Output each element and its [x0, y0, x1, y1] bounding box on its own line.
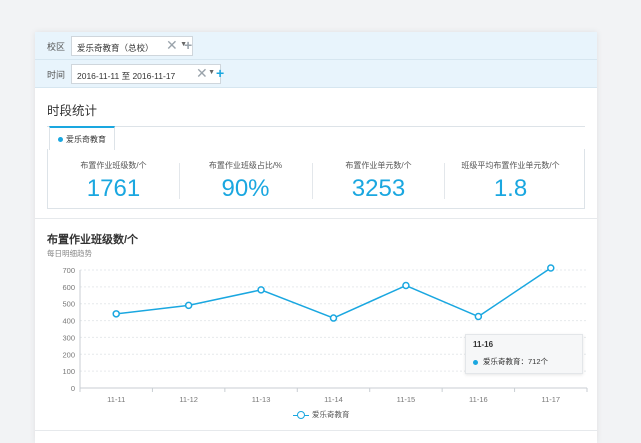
stat-value: 1761 — [86, 175, 141, 202]
stat-class-count: 布置作业班级数/个 1761 — [48, 149, 179, 203]
stat-label: 布置作业班级数/个 — [80, 161, 147, 170]
dot-icon — [473, 359, 478, 365]
stat-value: 1.8 — [493, 175, 528, 202]
x-tick-label: 11-12 — [179, 395, 198, 404]
stats-box: 布置作业班级数/个 1761 布置作业班级占比/% 90% 布置作业单元数/个 … — [47, 149, 585, 209]
divider — [35, 218, 597, 219]
chart-title: 布置作业班级数/个 — [47, 234, 139, 246]
data-point — [184, 301, 193, 310]
y-tick-label: 0 — [71, 384, 75, 393]
stat-unit-count: 布置作业单元数/个 3253 — [313, 149, 444, 203]
x-tick-label: 11-17 — [541, 395, 560, 404]
x-tick-label: 11-16 — [469, 395, 488, 404]
series-line — [116, 267, 552, 319]
data-point — [474, 312, 483, 321]
data-point — [257, 286, 265, 294]
chart-tooltip: 11-16 爱乐奇教育：712个 — [465, 334, 583, 374]
tooltip-row: 爱乐奇教育：712个 — [473, 356, 575, 367]
plus-icon[interactable]: + — [216, 65, 224, 81]
legend-marker-icon — [293, 411, 309, 420]
dot-icon — [58, 137, 63, 143]
stat-label: 布置作业班级占比/% — [208, 161, 283, 170]
campus-select-value: 爱乐奇教育（总校） — [77, 43, 154, 53]
close-icon[interactable]: ✕ — [166, 37, 178, 53]
y-tick-label: 500 — [62, 300, 75, 309]
y-tick-label: 100 — [62, 367, 75, 376]
x-tick-label: 11-13 — [252, 395, 271, 404]
statistics-panel: 校区 爱乐奇教育（总校） ▼ ✕ + 时间 2016-11-11 至 2016-… — [35, 32, 597, 443]
x-tick-label: 11-15 — [397, 395, 416, 404]
time-filter-row: 时间 2016-11-11 至 2016-11-17 ▼ ✕ + — [35, 60, 597, 88]
data-point — [329, 314, 338, 322]
campus-filter-row: 校区 爱乐奇教育（总校） ▼ ✕ + — [35, 32, 597, 60]
y-tick-label: 600 — [62, 283, 75, 292]
time-label: 时间 — [47, 70, 66, 80]
stat-class-ratio: 布置作业班级占比/% 90% — [180, 149, 311, 203]
close-icon[interactable]: ✕ — [196, 65, 208, 81]
divider — [35, 430, 597, 431]
time-range-value: 2016-11-11 至 2016-11-17 — [77, 71, 176, 81]
stat-label: 布置作业单元数/个 — [345, 161, 412, 170]
section-title: 时段统计 — [47, 104, 98, 118]
x-tick-label: 11-11 — [107, 395, 125, 404]
data-point — [112, 310, 120, 318]
y-tick-label: 200 — [62, 350, 75, 359]
campus-label: 校区 — [47, 42, 66, 52]
stat-label: 班级平均布置作业单元数/个 — [461, 161, 560, 170]
line-chart[interactable]: 0 100 200 300 400 500 600 700 11-11 11-12 11-13 11-… — [35, 258, 597, 408]
stat-value: 3253 — [351, 175, 406, 202]
caret-down-icon: ▼ — [208, 69, 215, 76]
chart-legend[interactable]: 爱乐奇教育 — [293, 409, 350, 420]
tooltip-title: 11-16 — [473, 340, 494, 349]
y-tick-label: 700 — [62, 266, 75, 275]
legend-label: 爱乐奇教育 — [312, 410, 350, 419]
plus-icon[interactable]: + — [184, 37, 192, 53]
x-tick-label: 11-14 — [324, 395, 343, 404]
tooltip-text: 爱乐奇教育：712个 — [483, 357, 549, 366]
tab-label: 爱乐奇教育 — [66, 135, 106, 144]
tab-campus[interactable]: 爱乐奇教育 — [49, 126, 115, 150]
data-point — [402, 281, 410, 290]
data-point — [547, 264, 555, 272]
y-tick-label: 300 — [62, 333, 75, 342]
stat-avg-units: 班级平均布置作业单元数/个 1.8 — [445, 149, 576, 203]
y-tick-label: 400 — [62, 317, 75, 326]
stat-value: 90% — [221, 175, 270, 202]
tab-strip — [47, 126, 585, 127]
